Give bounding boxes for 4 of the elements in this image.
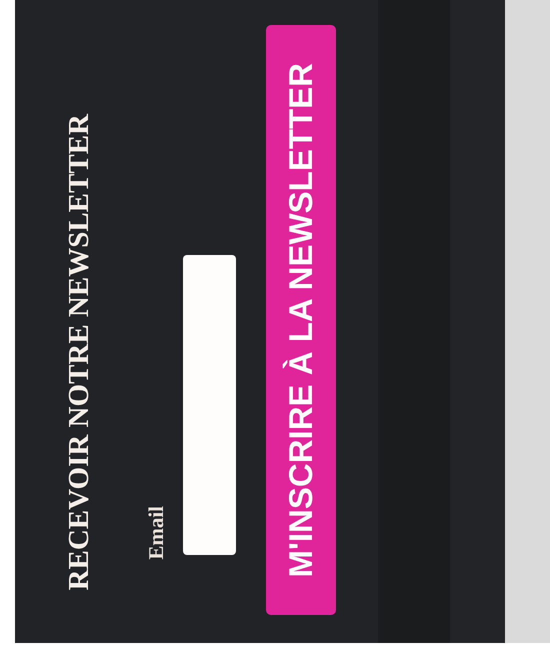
email-label: Email bbox=[143, 506, 169, 560]
newsletter-heading: RECEVOIR NOTRE NEWSLETTER bbox=[62, 114, 96, 590]
subscribe-button[interactable]: M'INSCRIRE À LA NEWSLETTER bbox=[266, 25, 336, 615]
email-field[interactable] bbox=[183, 255, 236, 555]
